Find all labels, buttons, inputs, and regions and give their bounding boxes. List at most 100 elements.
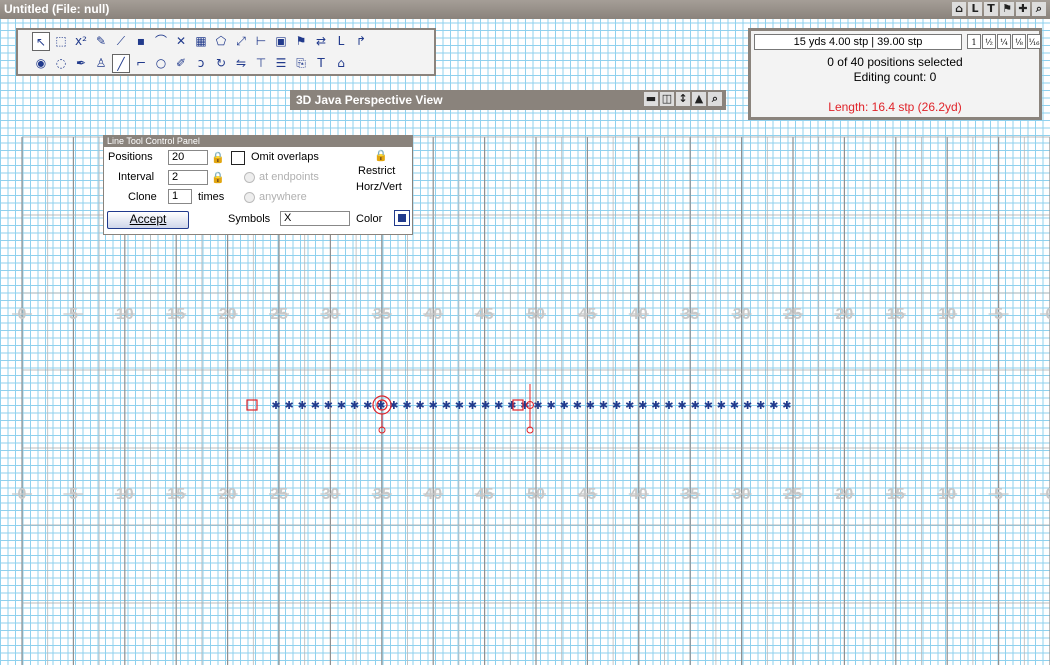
cross-icon[interactable]: ✕	[172, 32, 190, 51]
status-panel: 15 yds 4.00 stp | 39.00 stp 1 ½ ¼ ⅛ ⅟₁₆ 0 of…	[748, 28, 1042, 120]
rotate-icon[interactable]: ↻	[212, 54, 230, 73]
x2-icon[interactable]: x²	[72, 32, 90, 51]
move-icon[interactable]: ✚	[1016, 2, 1030, 16]
position-symbol: ✱	[651, 399, 660, 412]
interval-label: Interval	[118, 171, 155, 183]
color-swatch-button[interactable]	[394, 210, 410, 226]
flag-icon[interactable]: ⚑	[1000, 2, 1014, 16]
color-label: Color	[356, 213, 383, 225]
position-symbol: ✱	[782, 399, 791, 412]
position-symbol: ✱	[324, 399, 333, 412]
position-symbol: ✱	[311, 399, 320, 412]
lock-icon[interactable]: 🔒	[374, 149, 388, 162]
interval-input[interactable]: 2	[168, 170, 208, 185]
lasso-icon[interactable]: ◌	[52, 54, 70, 73]
flip-icon[interactable]: ⇋	[232, 54, 250, 73]
diagonal-icon[interactable]: ⤢	[232, 32, 250, 51]
position-symbol: ✱	[769, 399, 778, 412]
anywhere-radio[interactable]	[244, 192, 255, 203]
window-titlebar: Untitled (File: null) ⌂ L T ⚑ ✚ ⌕	[0, 0, 1050, 19]
house-icon[interactable]: ⌂	[332, 54, 350, 73]
position-symbol: ✱	[560, 399, 569, 412]
omit-overlaps-label: Omit overlaps	[251, 151, 319, 163]
polygon-icon[interactable]: ⬠	[212, 32, 230, 51]
restore-icon[interactable]: ◫	[660, 92, 674, 106]
target-icon[interactable]: ◉	[32, 54, 50, 73]
fraction-button-0[interactable]: 1	[967, 34, 981, 49]
step-display[interactable]: 15 yds 4.00 stp | 39.00 stp	[754, 34, 962, 50]
position-symbol: ✱	[455, 399, 464, 412]
vertical-arrow-icon[interactable]: ↕	[676, 92, 690, 106]
arc-icon[interactable]: ⌒	[152, 32, 170, 51]
steps-icon[interactable]: ⊢	[252, 32, 270, 51]
editing-count: Editing count: 0	[853, 70, 937, 84]
omit-overlaps-checkbox[interactable]	[231, 151, 245, 165]
lock-icon[interactable]: 🔒	[211, 151, 225, 164]
position-symbol: ✱	[284, 399, 293, 412]
marquee-icon[interactable]: ⬚	[52, 32, 70, 51]
tool-T[interactable]: T	[312, 54, 330, 73]
symbols-input[interactable]: X	[280, 211, 350, 226]
grid-icon[interactable]: ▦	[192, 32, 210, 51]
zoom-icon[interactable]: ⌕	[708, 92, 722, 106]
position-symbol: ✱	[442, 399, 451, 412]
field-icon[interactable]: ▲	[692, 92, 706, 106]
position-symbol: ✱	[730, 399, 739, 412]
knife-icon[interactable]: ⟋	[112, 32, 130, 51]
flag-icon[interactable]: ⚑	[292, 32, 310, 51]
pointer-icon[interactable]: ↖	[32, 32, 50, 51]
position-symbol: ✱	[717, 399, 726, 412]
box-icon[interactable]: ▣	[272, 32, 290, 51]
minimize-icon[interactable]: ▬	[644, 92, 658, 106]
person-icon[interactable]: ♙	[92, 54, 110, 73]
position-symbol: ✱	[664, 399, 673, 412]
tool-L[interactable]: L	[968, 2, 982, 16]
horzvert-label: Horz/Vert	[356, 181, 402, 193]
title-icons: ⌂ L T ⚑ ✚ ⌕	[952, 2, 1046, 16]
circle-icon[interactable]: ○	[152, 54, 170, 73]
anywhere-label: anywhere	[259, 191, 307, 203]
fraction-button-2[interactable]: ¼	[997, 34, 1011, 49]
position-symbol: ✱	[494, 399, 503, 412]
positions-input[interactable]: 20	[168, 150, 208, 165]
split-icon[interactable]: ⎘	[292, 54, 310, 73]
start-marker	[246, 399, 258, 411]
tool-row-2: ◉ ◌ ✒ ♙ ╱ ⌐ ○ ✐ ↄ ↻ ⇋ ⊤ ☰ ⎘ T ⌂	[32, 54, 350, 73]
fraction-button-1[interactable]: ½	[982, 34, 996, 49]
zoom-icon[interactable]: ⌕	[1032, 2, 1046, 16]
length-readout: Length: 16.4 stp (26.2yd)	[828, 100, 962, 114]
fraction-button-4[interactable]: ⅟₁₆	[1027, 34, 1041, 49]
tool-palette: ↖ ⬚ x² ✎ ⟋ ▪ ⌒ ✕ ▦ ⬠ ⤢ ⊢ ▣ ⚑ ⇄ L ↱ ◉ ◌ ✒ ♙ ╱ ⌐ ○ ✐ ↄ ↻ ⇋ ⊤ ☰ ⎘ T ⌂	[16, 28, 436, 76]
tool-L[interactable]: L	[332, 32, 350, 51]
position-symbol: ✱	[481, 399, 490, 412]
stack-icon[interactable]: ☰	[272, 54, 290, 73]
arrow-icon[interactable]: ↱	[352, 32, 370, 51]
pencil-icon[interactable]: ✎	[92, 32, 110, 51]
tool-T[interactable]: T	[984, 2, 998, 16]
perspective-view-bar[interactable]: 3D Java Perspective View ▬ ◫ ↕ ▲ ⌕	[290, 90, 726, 110]
pen-icon[interactable]: ✒	[72, 54, 90, 73]
home-icon[interactable]: ⌂	[952, 2, 966, 16]
swap-icon[interactable]: ⇄	[312, 32, 330, 51]
clone-input[interactable]: 1	[168, 189, 192, 204]
perspective-title: 3D Java Perspective View	[296, 93, 443, 107]
position-symbol: ✱	[271, 399, 280, 412]
panel-title: Line Tool Control Panel	[104, 136, 412, 147]
position-symbol: ✱	[363, 399, 372, 412]
dot-icon[interactable]: ▪	[132, 32, 150, 51]
draw-icon[interactable]: ✐	[172, 54, 190, 73]
positions-label: Positions	[108, 151, 153, 163]
position-symbol: ✱	[298, 399, 307, 412]
position-symbol: ✱	[691, 399, 700, 412]
lock-icon[interactable]: 🔒	[211, 171, 225, 184]
position-symbol: ✱	[599, 399, 608, 412]
spiral-icon[interactable]: ↄ	[192, 54, 210, 73]
line-icon[interactable]: ╱	[112, 54, 130, 73]
position-symbol: ✱	[756, 399, 765, 412]
down-icon[interactable]: ⊤	[252, 54, 270, 73]
fraction-button-3[interactable]: ⅛	[1012, 34, 1026, 49]
at-endpoints-radio[interactable]	[244, 172, 255, 183]
accept-button[interactable]: Accept	[107, 211, 189, 229]
curve-icon[interactable]: ⌐	[132, 54, 150, 73]
position-symbol: ✱	[337, 399, 346, 412]
